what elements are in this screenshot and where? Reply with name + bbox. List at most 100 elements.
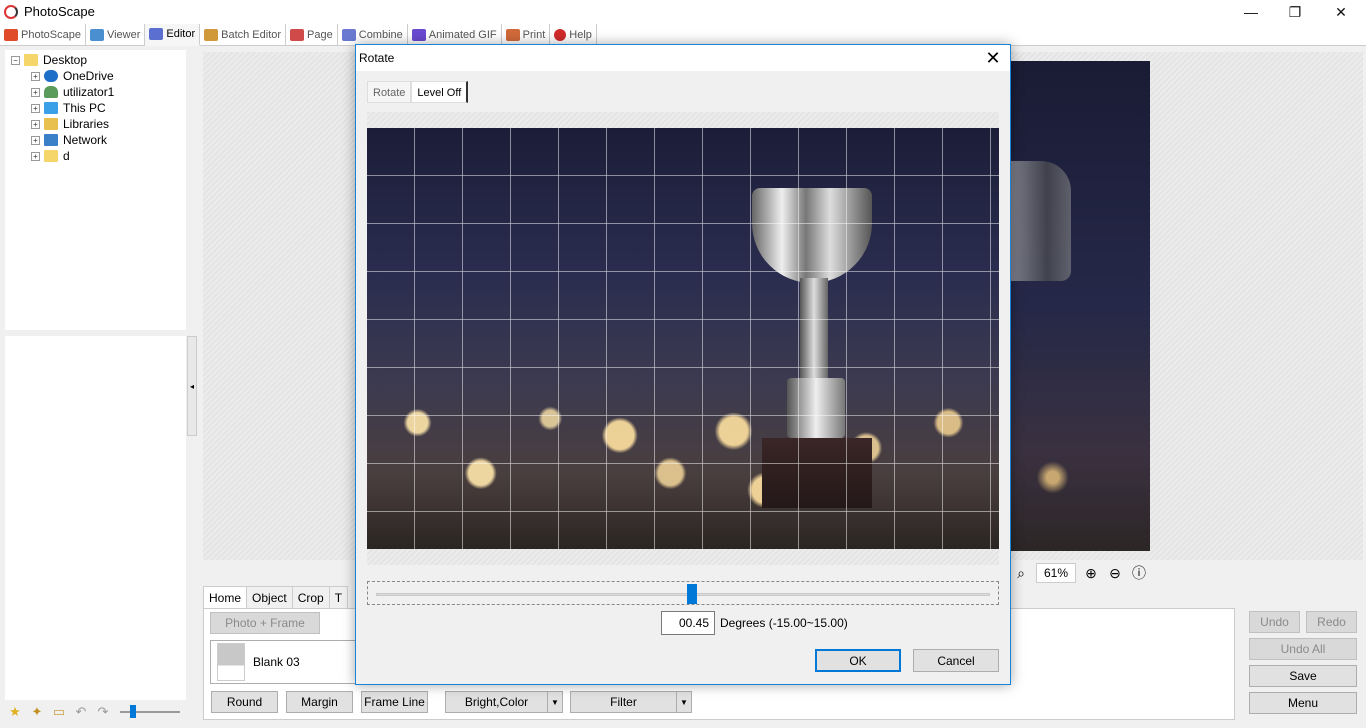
- dialog-title: Rotate: [359, 51, 395, 65]
- open-folder-icon[interactable]: ▭: [50, 704, 68, 720]
- ok-button[interactable]: OK: [815, 649, 901, 672]
- editor-icon: [149, 28, 164, 40]
- tab-object[interactable]: Object: [246, 586, 293, 608]
- expand-icon[interactable]: +: [31, 119, 40, 129]
- tree-item-onedrive[interactable]: + OneDrive: [31, 68, 114, 84]
- editor-photo[interactable]: [1011, 61, 1150, 551]
- tab-home[interactable]: Home: [203, 586, 248, 609]
- dialog-close-icon[interactable]: ✕: [982, 47, 1004, 69]
- tab-animated-gif[interactable]: Animated GIF: [408, 24, 502, 46]
- tab-viewer[interactable]: Viewer: [86, 24, 146, 46]
- animated-gif-icon: [411, 29, 426, 41]
- tab-print[interactable]: Print: [502, 24, 551, 46]
- trophy-image: [1011, 161, 1071, 281]
- dropdown-arrow-icon[interactable]: ▼: [676, 692, 691, 712]
- batch-editor-icon: [204, 29, 219, 41]
- computer-icon: [44, 102, 58, 114]
- angle-slider[interactable]: [367, 581, 999, 605]
- undo-button[interactable]: Undo: [1249, 611, 1300, 633]
- network-icon: [44, 134, 58, 146]
- slider-thumb[interactable]: [687, 584, 698, 604]
- libraries-icon: [44, 118, 58, 130]
- expand-icon[interactable]: +: [31, 87, 40, 97]
- tab-level-off[interactable]: Level Off: [411, 81, 469, 103]
- frame-selector[interactable]: Blank 03: [210, 640, 358, 684]
- rotate-preview-area: [367, 112, 999, 565]
- tab-batch-editor[interactable]: Batch Editor: [200, 24, 287, 46]
- thumbnail-size-slider[interactable]: [120, 705, 180, 718]
- tab-photoscape[interactable]: PhotoScape: [0, 24, 86, 46]
- expand-icon[interactable]: +: [31, 71, 40, 81]
- help-icon: [554, 29, 567, 41]
- filter-dropdown[interactable]: Filter ▼: [570, 691, 692, 713]
- dropdown-arrow-icon[interactable]: ▼: [547, 692, 562, 712]
- onedrive-cloud-icon: [44, 70, 58, 82]
- tab-page[interactable]: Page: [286, 24, 338, 46]
- collapse-icon[interactable]: −: [11, 55, 20, 65]
- menu-button[interactable]: Menu: [1249, 692, 1357, 714]
- bottom-toolbar: ★ ✦ ▭ ↶ ↷: [6, 704, 112, 720]
- zoom-out-icon[interactable]: ⊖: [1106, 564, 1124, 582]
- tab-combine[interactable]: Combine: [338, 24, 408, 46]
- user-icon: [44, 86, 58, 98]
- back-arrow-icon[interactable]: ↶: [72, 704, 90, 720]
- editor-tool-tabs: Home Object Crop T: [203, 586, 349, 609]
- redo-button[interactable]: Redo: [1306, 611, 1357, 633]
- close-window-button[interactable]: ✕: [1318, 0, 1364, 24]
- expand-icon[interactable]: +: [31, 135, 40, 145]
- title-bar: PhotoScape — ❐ ✕: [0, 0, 1366, 24]
- print-icon: [505, 29, 520, 41]
- rotate-preview-photo: [367, 128, 999, 549]
- folder-tree: − Desktop + OneDrive + utilizator1 + Thi…: [5, 50, 186, 330]
- thumbnail-panel: [5, 336, 186, 700]
- bright-color-dropdown[interactable]: Bright,Color ▼: [445, 691, 563, 713]
- window-title: PhotoScape: [24, 4, 95, 19]
- filter-label: Filter: [610, 695, 637, 709]
- tab-rotate[interactable]: Rotate: [367, 81, 412, 103]
- expand-icon[interactable]: +: [31, 103, 40, 113]
- zoom-in-icon[interactable]: ⊕: [1082, 564, 1100, 582]
- zoom-bar: ⌕ 61% ⊕ ⊖ ⓘ: [1012, 563, 1148, 583]
- favorites-icon[interactable]: ✦: [28, 704, 46, 720]
- photoscape-icon: [4, 29, 18, 41]
- restore-button[interactable]: ❐: [1272, 0, 1318, 24]
- viewer-icon: [89, 29, 104, 41]
- rotate-dialog: Rotate ✕ Rotate Level Off 00.45 Degrees …: [355, 44, 1011, 685]
- frame-thumbnail: [217, 643, 245, 681]
- minimize-button[interactable]: —: [1228, 0, 1274, 24]
- undo-all-button[interactable]: Undo All: [1249, 638, 1357, 660]
- degrees-range-label: Degrees (-15.00~15.00): [720, 616, 848, 630]
- frame-line-button[interactable]: Frame Line: [361, 691, 428, 713]
- folder-icon: [24, 54, 38, 66]
- tree-item-desktop[interactable]: − Desktop: [11, 52, 87, 68]
- cancel-button[interactable]: Cancel: [913, 649, 999, 672]
- round-button[interactable]: Round: [211, 691, 278, 713]
- bright-color-label: Bright,Color: [464, 695, 529, 709]
- forward-arrow-icon[interactable]: ↷: [94, 704, 112, 720]
- tab-editor[interactable]: Editor: [145, 24, 201, 46]
- tree-item-libraries[interactable]: + Libraries: [31, 116, 109, 132]
- zoom-fit-icon[interactable]: ⌕: [1012, 564, 1030, 582]
- dialog-tabs: Rotate Level Off: [367, 81, 469, 103]
- tree-item-network[interactable]: + Network: [31, 132, 107, 148]
- tab-tools[interactable]: T: [328, 586, 349, 608]
- zoom-value: 61%: [1036, 563, 1076, 583]
- star-icon[interactable]: ★: [6, 704, 24, 720]
- slider-thumb[interactable]: [130, 705, 136, 718]
- photoscape-logo-icon: [4, 5, 18, 19]
- collapse-panel-handle[interactable]: ◂: [187, 336, 197, 436]
- expand-icon[interactable]: +: [31, 151, 40, 161]
- page-icon: [290, 29, 305, 41]
- photo-frame-button[interactable]: Photo + Frame: [210, 612, 320, 634]
- tab-crop[interactable]: Crop: [291, 586, 330, 608]
- tree-item-d[interactable]: + d: [31, 148, 70, 164]
- tab-help[interactable]: Help: [550, 24, 597, 46]
- degrees-input[interactable]: 00.45: [661, 611, 715, 635]
- tree-item-utilizator1[interactable]: + utilizator1: [31, 84, 114, 100]
- tree-item-this-pc[interactable]: + This PC: [31, 100, 106, 116]
- dialog-title-bar: Rotate ✕: [356, 45, 1010, 71]
- save-button[interactable]: Save: [1249, 665, 1357, 687]
- info-icon[interactable]: ⓘ: [1130, 564, 1148, 582]
- margin-button[interactable]: Margin: [286, 691, 353, 713]
- slider-track: [376, 593, 990, 596]
